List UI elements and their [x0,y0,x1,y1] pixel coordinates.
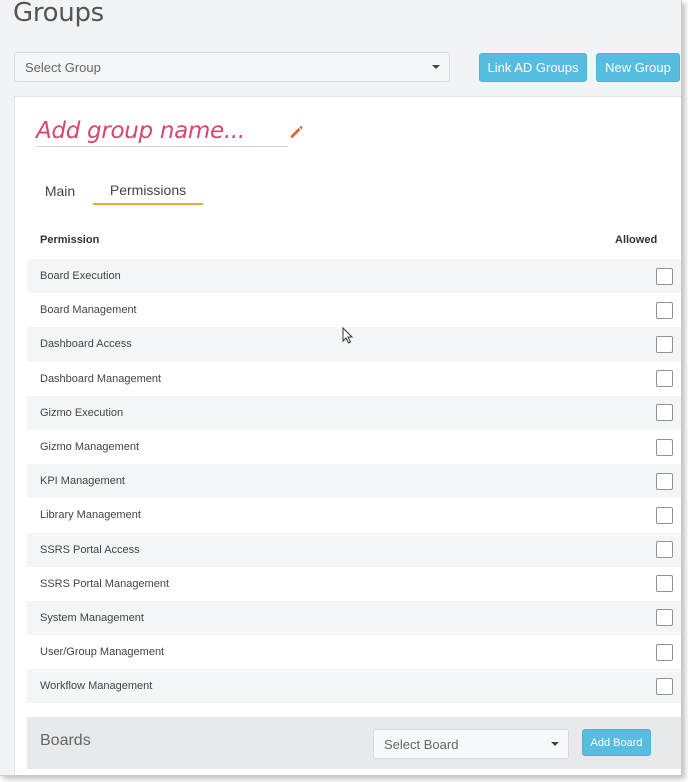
table-row: Board Management [27,293,681,328]
pencil-icon[interactable] [288,124,304,140]
group-editor-panel: Add group name... Main Permissions Permi… [14,96,681,775]
new-group-label: New Group [605,60,671,75]
tab-main-label: Main [44,183,76,199]
permission-name: Workflow Management [40,680,153,693]
select-board-dropdown[interactable]: Select Board [373,729,569,759]
mouse-pointer-icon [342,327,354,344]
table-row: User/Group Management [27,635,681,670]
allowed-checkbox[interactable] [656,404,673,422]
permission-name: Dashboard Access [40,338,132,351]
table-row: Board Execution [27,259,681,294]
permissions-table: Board Execution Board Management Dashboa… [27,259,681,704]
permission-name: User/Group Management [40,646,165,659]
table-row: SSRS Portal Management [27,566,681,601]
allowed-checkbox[interactable] [656,267,673,285]
allowed-checkbox[interactable] [656,575,673,593]
permission-name: SSRS Portal Management [40,577,170,590]
chevron-down-icon [432,65,440,69]
permission-name: KPI Management [40,475,125,488]
allowed-checkbox[interactable] [656,506,673,524]
allowed-checkbox[interactable] [656,541,673,559]
permission-name: Gizmo Execution [40,406,124,419]
allowed-checkbox[interactable] [656,301,673,319]
select-group-placeholder: Select Group [25,59,101,75]
allowed-checkbox[interactable] [656,677,673,695]
new-group-button[interactable]: New Group [596,53,680,82]
add-board-button[interactable]: Add Board [582,729,651,756]
table-row: Library Management [27,498,681,533]
link-ad-groups-button[interactable]: Link AD Groups [479,53,587,82]
table-row: KPI Management [27,464,681,499]
permission-name: Board Management [40,304,137,317]
allowed-checkbox[interactable] [656,643,673,661]
page-title: Groups [13,0,104,28]
link-ad-groups-label: Link AD Groups [487,60,579,75]
allowed-checkbox[interactable] [656,438,673,456]
allowed-checkbox[interactable] [656,609,673,627]
allowed-checkbox[interactable] [656,335,673,353]
group-name-input[interactable]: Add group name... [36,115,288,147]
permission-name: Board Execution [40,270,121,283]
chevron-down-icon [551,742,559,746]
table-row: Dashboard Management [27,361,681,396]
allowed-checkbox[interactable] [656,472,673,490]
table-row: Gizmo Management [27,429,681,465]
tab-permissions[interactable]: Permissions [93,177,203,205]
select-board-placeholder: Select Board [384,736,459,752]
table-row: SSRS Portal Access [27,532,681,567]
permission-name: Library Management [40,509,141,522]
permission-name: Dashboard Management [40,372,162,385]
allowed-column-header: Allowed [615,234,658,246]
boards-section: Boards Select Board Add Board [27,717,681,769]
tab-permissions-label: Permissions [109,182,187,198]
app-window: Groups Select Group Link AD Groups New G… [0,0,682,776]
allowed-checkbox[interactable] [656,370,673,388]
table-row: Gizmo Execution [27,395,681,430]
table-row: Workflow Management [27,669,681,704]
permission-name: Gizmo Management [40,441,140,454]
group-name-placeholder: Add group name... [36,117,245,144]
table-row: Dashboard Access [27,327,681,362]
permission-name: System Management [40,611,144,624]
permission-name: SSRS Portal Access [40,543,140,556]
permission-column-header: Permission [40,234,100,246]
boards-label: Boards [40,732,91,749]
table-row: System Management [27,600,681,636]
add-board-label: Add Board [590,736,643,749]
tab-main[interactable]: Main [37,177,83,205]
select-group-dropdown[interactable]: Select Group [14,52,450,82]
